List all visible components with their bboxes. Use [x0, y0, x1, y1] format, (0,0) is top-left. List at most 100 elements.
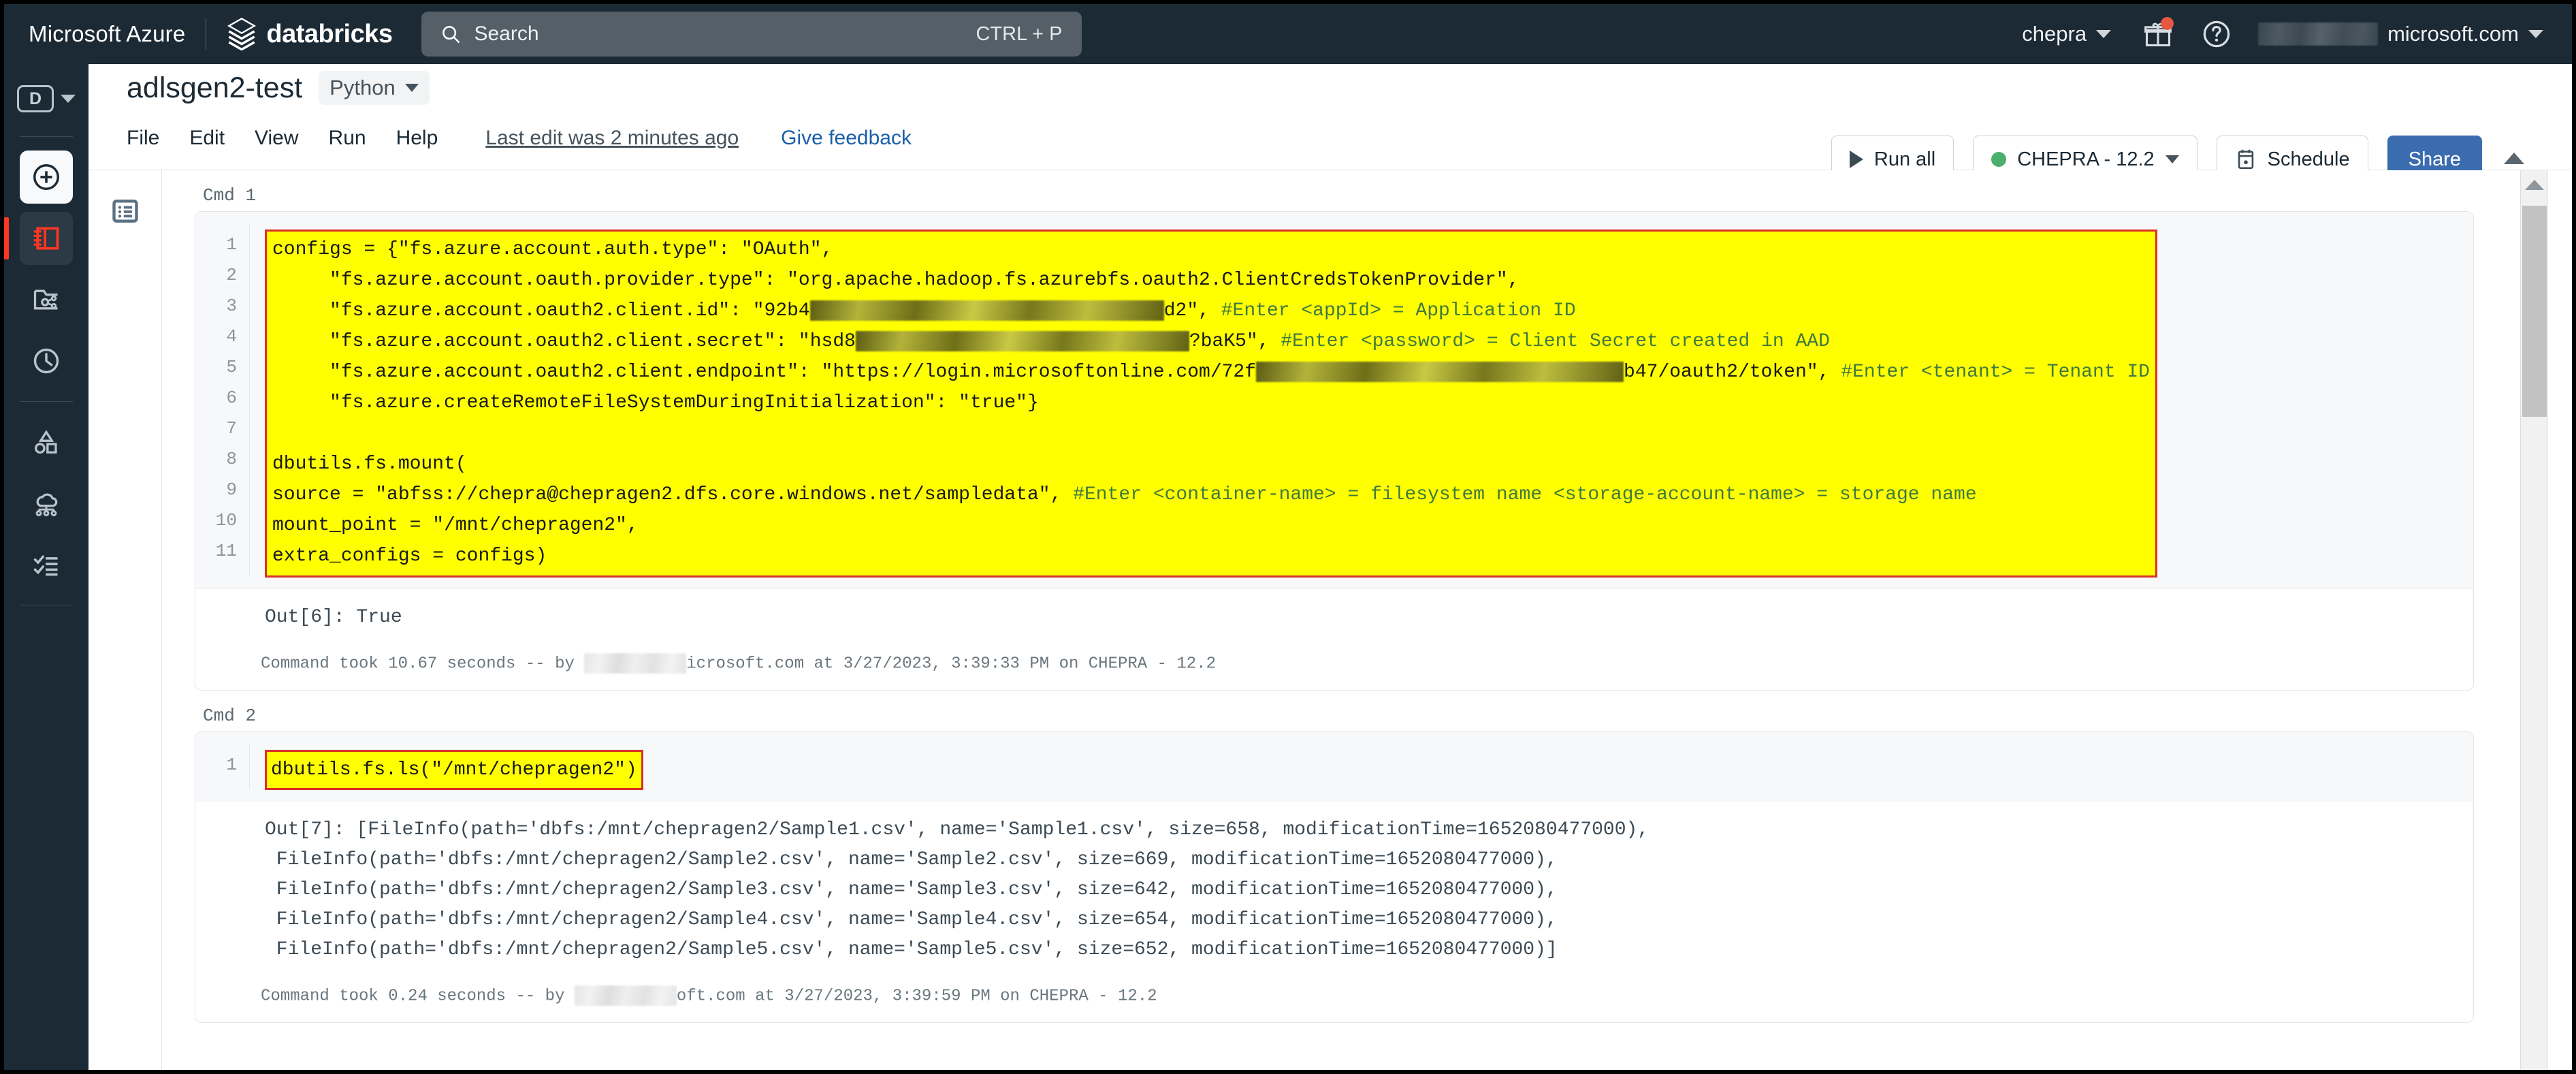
code-comment: #Enter <container-name> = filesystem nam… — [1073, 484, 1977, 505]
output-text: Out[7]: [FileInfo(path='dbfs:/mnt/chepra… — [265, 819, 1649, 960]
search-input[interactable]: Search CTRL + P — [421, 12, 1082, 57]
cell-label: Cmd 1 — [203, 185, 257, 206]
azure-top-bar: Microsoft Azure databricks Search CTRL +… — [4, 4, 2572, 64]
language-selector[interactable]: Python — [319, 71, 430, 105]
cluster-status-dot — [1991, 152, 2007, 167]
workspace-name: chepra — [2022, 22, 2087, 46]
calendar-icon — [2238, 149, 2253, 170]
menu-edit[interactable]: Edit — [174, 120, 240, 157]
databricks-wordmark: databricks — [266, 19, 393, 48]
code-token: "fs.azure.createRemoteFileSystemDuringIn… — [272, 392, 1062, 505]
workspace-switcher[interactable]: chepra — [2004, 22, 2129, 46]
code-token: mount_point = "/mnt/chepragen2", extra_c… — [272, 515, 639, 567]
app-window: Microsoft Azure databricks Search CTRL +… — [0, 0, 2576, 1074]
status-suffix: oft.com at 3/27/2023, 3:39:59 PM on CHEP… — [676, 987, 1157, 1006]
menu-run[interactable]: Run — [314, 120, 381, 157]
cloud-cluster-icon — [35, 493, 58, 517]
right-rail — [2547, 170, 2572, 1070]
status-prefix: Command took 10.67 seconds -- by — [261, 654, 585, 674]
search-shortcut: CTRL + P — [976, 22, 1063, 45]
status-prefix: Command took 0.24 seconds -- by — [261, 987, 575, 1006]
checklist-icon — [33, 555, 58, 576]
code-text: configs = {"fs.azure.account.auth.type":… — [272, 234, 2150, 571]
sidebar-divider — [20, 401, 73, 402]
notebook-body: Cmd 1 1 2 3 4 5 6 7 8 9 10 11 configs = … — [88, 170, 2572, 1070]
cell-output: Out[6]: True — [195, 588, 2473, 638]
azure-brand[interactable]: Microsoft Azure — [29, 21, 185, 47]
redacted-email-prefix — [2258, 22, 2379, 46]
sidebar-divider — [20, 136, 73, 137]
sidebar-item-repos[interactable] — [20, 273, 73, 326]
clock-icon — [33, 348, 59, 374]
sidebar-item-workspace[interactable] — [4, 212, 73, 265]
account-menu[interactable]: microsoft.com — [2246, 22, 2560, 46]
give-feedback-link[interactable]: Give feedback — [766, 120, 927, 157]
help-circle-icon — [2203, 20, 2230, 48]
table-of-contents-icon[interactable] — [110, 196, 140, 226]
code-token: "fs.azure.account.oauth2.client.endpoint… — [329, 362, 1257, 383]
scrollbar-thumb[interactable] — [2522, 206, 2547, 417]
share-label: Share — [2408, 148, 2461, 170]
sidebar-item-workflows[interactable] — [20, 538, 73, 591]
search-icon — [442, 26, 460, 44]
cell-status: Command took 10.67 seconds -- by icrosof… — [195, 638, 2473, 690]
chevron-down-icon — [61, 95, 76, 103]
code-content[interactable]: dbutils.fs.ls("/mnt/chepragen2") — [250, 743, 2473, 790]
cell-status: Command took 0.24 seconds -- by oft.com … — [195, 970, 2473, 1022]
redacted-user — [574, 985, 677, 1006]
output-text: Out[6]: True — [265, 607, 402, 628]
menu-help[interactable]: Help — [381, 120, 453, 157]
line-numbers: 1 — [195, 743, 250, 790]
notebook-header: adlsgen2-test Python File Edit View Run … — [88, 64, 2572, 183]
code-content[interactable]: configs = {"fs.azure.account.auth.type":… — [250, 223, 2473, 578]
cell-label: Cmd 2 — [203, 706, 257, 726]
code-editor[interactable]: 1 dbutils.fs.ls("/mnt/chepragen2") — [195, 732, 2473, 801]
notebook-menubar: File Edit View Run Help Last edit was 2 … — [127, 120, 927, 157]
notification-badge — [2161, 17, 2174, 30]
chevron-down-icon — [2096, 30, 2112, 38]
sidebar-item-compute[interactable] — [20, 477, 73, 530]
cell-output: Out[7]: [FileInfo(path='dbfs:/mnt/chepra… — [195, 801, 2473, 970]
folder-git-icon — [33, 289, 58, 310]
notebook-toc-rail — [88, 170, 162, 1070]
schedule-label: Schedule — [2267, 148, 2350, 170]
page-title[interactable]: adlsgen2-test — [127, 72, 302, 105]
help-button[interactable] — [2187, 5, 2246, 63]
line-numbers: 1 2 3 4 5 6 7 8 9 10 11 — [195, 223, 250, 578]
left-sidebar: D — [4, 64, 88, 1070]
last-edit-link[interactable]: Last edit was 2 minutes ago — [470, 120, 754, 157]
shapes-icon — [34, 430, 57, 454]
code-token: d2", — [1163, 300, 1221, 321]
code-editor[interactable]: 1 2 3 4 5 6 7 8 9 10 11 configs = {"fs.a… — [195, 212, 2473, 588]
collapse-header-button[interactable] — [2501, 147, 2526, 172]
scroll-up-arrow-icon[interactable] — [2524, 180, 2544, 190]
redacted-secret — [809, 300, 1164, 321]
notebook-icon — [33, 227, 59, 250]
highlight-box: dbutils.fs.ls("/mnt/chepragen2") — [265, 750, 643, 790]
menu-view[interactable]: View — [240, 120, 313, 157]
sidebar-item-recents[interactable] — [20, 334, 73, 388]
chevron-down-icon — [2165, 155, 2179, 163]
vertical-scrollbar[interactable] — [2520, 170, 2547, 1070]
notebook-cell[interactable]: 1 2 3 4 5 6 7 8 9 10 11 configs = {"fs.a… — [195, 211, 2474, 691]
topbar-right-group: chepra microsoft.com — [2004, 5, 2560, 63]
workspace-logo-switcher[interactable]: D — [15, 78, 78, 120]
language-label: Python — [329, 76, 396, 99]
sidebar-item-data[interactable] — [20, 415, 73, 469]
code-token: "fs.azure.account.oauth2.client.secret":… — [329, 331, 856, 352]
notebook-title-row: adlsgen2-test Python — [127, 71, 430, 105]
chevron-up-icon — [2504, 153, 2524, 164]
redacted-user — [584, 653, 687, 674]
play-icon — [1849, 151, 1863, 168]
code-comment: #Enter <password> = Client Secret create… — [1281, 331, 1830, 352]
sidebar-item-new[interactable] — [20, 151, 73, 204]
gift-button[interactable] — [2129, 5, 2187, 63]
databricks-home-link[interactable]: databricks — [227, 18, 393, 50]
chevron-down-icon — [404, 84, 419, 92]
cells-container: Cmd 1 1 2 3 4 5 6 7 8 9 10 11 configs = … — [162, 170, 2498, 1070]
notebook-cell[interactable]: 1 dbutils.fs.ls("/mnt/chepragen2") Out[7… — [195, 731, 2474, 1023]
menu-file[interactable]: File — [127, 120, 174, 157]
plus-circle-icon — [33, 164, 59, 190]
code-text: dbutils.fs.ls("/mnt/chepragen2") — [271, 759, 637, 780]
account-email-suffix: microsoft.com — [2387, 22, 2519, 46]
